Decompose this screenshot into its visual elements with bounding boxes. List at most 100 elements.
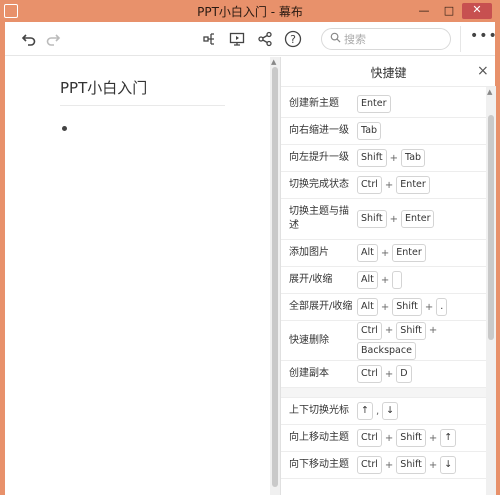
mindmap-icon[interactable] bbox=[201, 29, 221, 49]
key-cap: . bbox=[436, 298, 448, 316]
shortcut-label: 向上移动主题 bbox=[289, 432, 349, 443]
close-window-button[interactable]: ✕ bbox=[462, 3, 492, 19]
search-input[interactable] bbox=[344, 31, 444, 47]
panel-scroll-thumb[interactable] bbox=[488, 115, 494, 340]
scroll-up-arrow-icon[interactable]: ▲ bbox=[487, 88, 492, 96]
panel-scrollbar[interactable]: ▲ bbox=[486, 87, 496, 495]
shortcut-label: 创建副本 bbox=[289, 368, 329, 379]
undo-icon[interactable] bbox=[19, 29, 39, 49]
toolbar-divider bbox=[460, 26, 461, 52]
key-separator: + bbox=[384, 179, 394, 191]
shortcut-label: 向下移动主题 bbox=[289, 459, 349, 470]
shortcut-label: 向左提升一级 bbox=[289, 152, 349, 163]
key-cap: Enter bbox=[400, 210, 435, 228]
shortcut-row: 切换完成状态 Ctrl + Enter bbox=[281, 172, 486, 199]
maximize-button[interactable]: □ bbox=[440, 4, 458, 18]
presentation-icon[interactable] bbox=[227, 29, 247, 49]
key-cap: Ctrl bbox=[357, 456, 382, 474]
key-separator: + bbox=[384, 459, 394, 471]
more-menu-button[interactable]: ••• bbox=[470, 28, 498, 44]
shortcut-row: 向右缩进一级 Tab bbox=[281, 118, 486, 145]
key-cap bbox=[392, 271, 403, 289]
key-separator: + bbox=[380, 301, 390, 313]
shortcut-label: 切换完成状态 bbox=[289, 179, 349, 190]
key-separator: + bbox=[389, 152, 398, 164]
key-separator: + bbox=[389, 213, 398, 225]
key-cap: Shift bbox=[396, 321, 426, 340]
shortcut-label: 快速删除 bbox=[289, 334, 329, 346]
key-cap: Ctrl bbox=[357, 321, 382, 340]
shortcut-row: 上下切换光标 ↑, ↓ bbox=[281, 398, 486, 425]
close-panel-button[interactable]: × bbox=[477, 63, 489, 79]
search-box[interactable] bbox=[321, 28, 451, 50]
search-icon bbox=[330, 32, 341, 46]
shortcut-row: 创建新主题 Enter bbox=[281, 91, 486, 118]
key-cap: Enter bbox=[396, 176, 430, 194]
shortcut-keys: Enter bbox=[357, 95, 482, 113]
shortcut-label: 向右缩进一级 bbox=[289, 125, 349, 136]
key-cap: D bbox=[396, 365, 412, 383]
key-cap: Shift bbox=[392, 298, 422, 316]
key-cap: Ctrl bbox=[357, 365, 382, 383]
minimize-button[interactable]: — bbox=[414, 4, 434, 18]
key-cap: Tab bbox=[400, 149, 426, 167]
topic-bullet[interactable] bbox=[62, 126, 67, 131]
key-cap: Enter bbox=[357, 95, 391, 113]
page-title[interactable]: PPT小白入门 bbox=[60, 77, 147, 98]
key-separator: , bbox=[375, 405, 380, 417]
shortcut-list: 创建新主题 Enter 向右缩进一级 Tab 向左提升一级 Shift + Tab 切换完成状态… bbox=[281, 91, 486, 495]
share-icon[interactable] bbox=[255, 29, 275, 49]
section-divider bbox=[281, 388, 486, 398]
key-cap: Shift bbox=[357, 149, 387, 167]
shortcut-keys: Ctrl + Shift + ↑ bbox=[357, 429, 482, 447]
key-cap: Tab bbox=[357, 122, 382, 140]
shortcut-row: 向上移动主题 Ctrl + Shift + ↑ bbox=[281, 425, 486, 452]
editor-area[interactable]: PPT小白入门 bbox=[5, 57, 270, 495]
scroll-up-arrow-icon[interactable]: ▲ bbox=[271, 58, 276, 66]
shortcut-label: 切换主题与描述 bbox=[289, 206, 349, 231]
panel-title: 快捷键 bbox=[370, 66, 407, 80]
shortcut-keys: Shift + Enter bbox=[357, 210, 482, 228]
key-cap: Alt bbox=[357, 244, 378, 262]
shortcut-keys: ↑, ↓ bbox=[357, 402, 482, 420]
shortcut-label: 展开/收缩 bbox=[289, 274, 333, 285]
shortcut-row: 全部展开/收缩 Alt + Shift +. bbox=[281, 294, 486, 321]
shortcut-row: 快速删除 Ctrl + Shift + Backspace bbox=[281, 321, 486, 361]
key-cap: ↑ bbox=[440, 429, 457, 447]
shortcut-keys: Ctrl + Shift + Backspace bbox=[357, 321, 482, 360]
shortcut-row: 切换主题与描述 Shift + Enter bbox=[281, 199, 486, 240]
key-separator: + bbox=[428, 459, 438, 471]
app-window: ? ••• PPT小白入门 ▲ 快捷键 × 创建新主题 Enter 向右缩进一级 Ta… bbox=[5, 22, 498, 495]
key-cap: Shift bbox=[396, 456, 426, 474]
key-cap: Enter bbox=[392, 244, 426, 262]
key-cap: ↓ bbox=[440, 456, 457, 474]
panel-header: 快捷键 × bbox=[281, 57, 496, 87]
editor-scroll-thumb[interactable] bbox=[272, 67, 278, 487]
shortcut-label: 添加图片 bbox=[289, 247, 329, 258]
key-separator: + bbox=[384, 325, 394, 336]
editor-scrollbar[interactable]: ▲ bbox=[270, 57, 280, 495]
title-divider bbox=[60, 105, 225, 106]
key-cap: Alt bbox=[357, 271, 378, 289]
key-separator: + bbox=[380, 247, 390, 259]
window-titlebar: PPT小白入门 - 幕布 — □ ✕ bbox=[0, 0, 500, 22]
shortcut-keys: Alt + bbox=[357, 271, 482, 289]
shortcut-row: 创建副本 Ctrl + D bbox=[281, 361, 486, 388]
shortcut-keys: Ctrl + Shift + ↓ bbox=[357, 456, 482, 474]
help-icon[interactable]: ? bbox=[283, 29, 303, 49]
shortcut-label: 上下切换光标 bbox=[289, 405, 349, 416]
key-cap: Backspace bbox=[357, 341, 416, 360]
shortcut-panel: 快捷键 × 创建新主题 Enter 向右缩进一级 Tab 向左提升一级 Shift + Tab… bbox=[280, 57, 496, 495]
key-cap: Shift bbox=[357, 210, 387, 228]
shortcut-row: 向下移动主题 Ctrl + Shift + ↓ bbox=[281, 452, 486, 479]
shortcut-row: 展开/收缩 Alt + bbox=[281, 267, 486, 294]
redo-icon[interactable] bbox=[43, 29, 63, 49]
shortcut-keys: Ctrl + Enter bbox=[357, 176, 482, 194]
key-cap: Ctrl bbox=[357, 176, 382, 194]
key-separator: + bbox=[428, 432, 438, 444]
key-cap: Ctrl bbox=[357, 429, 382, 447]
key-cap: ↓ bbox=[382, 402, 399, 420]
key-cap: ↑ bbox=[357, 402, 373, 420]
shortcut-keys: Alt + Enter bbox=[357, 244, 482, 262]
shortcut-label: 全部展开/收缩 bbox=[289, 301, 353, 312]
